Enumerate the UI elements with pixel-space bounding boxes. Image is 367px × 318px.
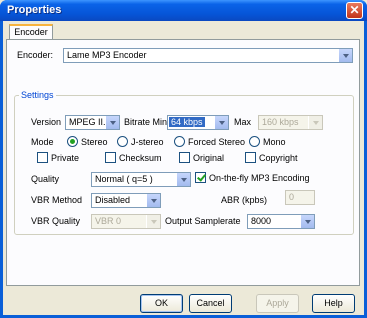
properties-window: Properties ✕ Encoder Encoder: Lame MP3 E… bbox=[0, 0, 367, 318]
tab-encoder[interactable]: Encoder bbox=[9, 24, 53, 40]
window-title: Properties bbox=[7, 4, 62, 16]
vbr-method-select-value: Disabled bbox=[95, 195, 131, 205]
chevron-down-icon bbox=[146, 215, 160, 228]
quality-select[interactable]: Normal ( q=5 ) bbox=[91, 172, 191, 187]
original-label[interactable]: Original bbox=[193, 153, 224, 163]
copyright-checkbox[interactable] bbox=[245, 152, 256, 163]
chevron-down-icon[interactable] bbox=[176, 173, 190, 186]
title-bar[interactable]: Properties ✕ bbox=[0, 0, 367, 21]
vbr-quality-select-value: VBR 0 bbox=[95, 216, 122, 226]
private-checkbox[interactable] bbox=[37, 152, 48, 163]
checksum-checkbox[interactable] bbox=[105, 152, 116, 163]
version-select[interactable]: MPEG II.5 bbox=[65, 115, 120, 130]
vbr-quality-label: VBR Quality bbox=[31, 216, 81, 226]
encoder-tab-panel: Encoder: Lame MP3 Encoder Settings Versi… bbox=[6, 39, 360, 286]
radio-mono[interactable] bbox=[249, 136, 260, 147]
abr-input[interactable]: 0 bbox=[285, 190, 315, 205]
output-samplerate-label: Output Samplerate bbox=[165, 216, 241, 226]
abr-label: ABR (kpbs) bbox=[221, 195, 268, 205]
radio-forced-stereo[interactable] bbox=[174, 136, 185, 147]
settings-group-title: Settings bbox=[19, 90, 56, 100]
cancel-button[interactable]: Cancel bbox=[189, 294, 232, 313]
dialog-client: Encoder Encoder: Lame MP3 Encoder Settin… bbox=[3, 21, 364, 315]
radio-forced-stereo-label[interactable]: Forced Stereo bbox=[188, 137, 245, 147]
radio-stereo[interactable] bbox=[67, 136, 78, 147]
bitrate-min-select[interactable]: 64 kbps bbox=[167, 115, 229, 130]
radio-j-stereo[interactable] bbox=[117, 136, 128, 147]
chevron-down-icon[interactable] bbox=[146, 194, 160, 207]
abr-input-value: 0 bbox=[289, 192, 295, 202]
encoder-select-value: Lame MP3 Encoder bbox=[67, 50, 147, 60]
quality-label: Quality bbox=[31, 174, 60, 184]
ok-button[interactable]: OK bbox=[140, 294, 183, 313]
on-the-fly-label[interactable]: On-the-fly MP3 Encoding bbox=[209, 173, 310, 183]
original-checkbox[interactable] bbox=[179, 152, 190, 163]
version-label: Version bbox=[31, 117, 62, 127]
on-the-fly-checkbox[interactable] bbox=[195, 172, 206, 183]
checksum-label[interactable]: Checksum bbox=[119, 153, 162, 163]
max-select-value: 160 kbps bbox=[262, 117, 299, 127]
mode-label: Mode bbox=[31, 137, 54, 147]
copyright-label[interactable]: Copyright bbox=[259, 153, 298, 163]
vbr-method-select[interactable]: Disabled bbox=[91, 193, 161, 208]
output-samplerate-select[interactable]: 8000 bbox=[247, 214, 315, 229]
bitrate-min-label: Bitrate Min bbox=[124, 117, 168, 127]
encoder-select[interactable]: Lame MP3 Encoder bbox=[63, 48, 353, 63]
chevron-down-icon bbox=[308, 116, 322, 129]
max-label: Max bbox=[234, 117, 252, 127]
chevron-down-icon[interactable] bbox=[338, 49, 352, 62]
vbr-method-label: VBR Method bbox=[31, 195, 83, 205]
chevron-down-icon[interactable] bbox=[214, 116, 228, 129]
radio-stereo-label[interactable]: Stereo bbox=[81, 137, 108, 147]
bitrate-min-select-value: 64 kbps bbox=[169, 117, 205, 127]
radio-j-stereo-label[interactable]: J-stereo bbox=[131, 137, 164, 147]
vbr-quality-select[interactable]: VBR 0 bbox=[91, 214, 161, 229]
output-samplerate-select-value: 8000 bbox=[251, 216, 272, 226]
chevron-down-icon[interactable] bbox=[300, 215, 314, 228]
private-label[interactable]: Private bbox=[51, 153, 79, 163]
apply-button[interactable]: Apply bbox=[256, 294, 299, 313]
help-button[interactable]: Help bbox=[312, 294, 355, 313]
radio-mono-label[interactable]: Mono bbox=[263, 137, 286, 147]
chevron-down-icon[interactable] bbox=[105, 116, 119, 129]
close-button[interactable]: ✕ bbox=[346, 2, 363, 19]
close-icon: ✕ bbox=[349, 3, 360, 17]
max-select[interactable]: 160 kbps bbox=[258, 115, 323, 130]
quality-select-value: Normal ( q=5 ) bbox=[95, 174, 153, 184]
encoder-label: Encoder: bbox=[17, 50, 54, 60]
